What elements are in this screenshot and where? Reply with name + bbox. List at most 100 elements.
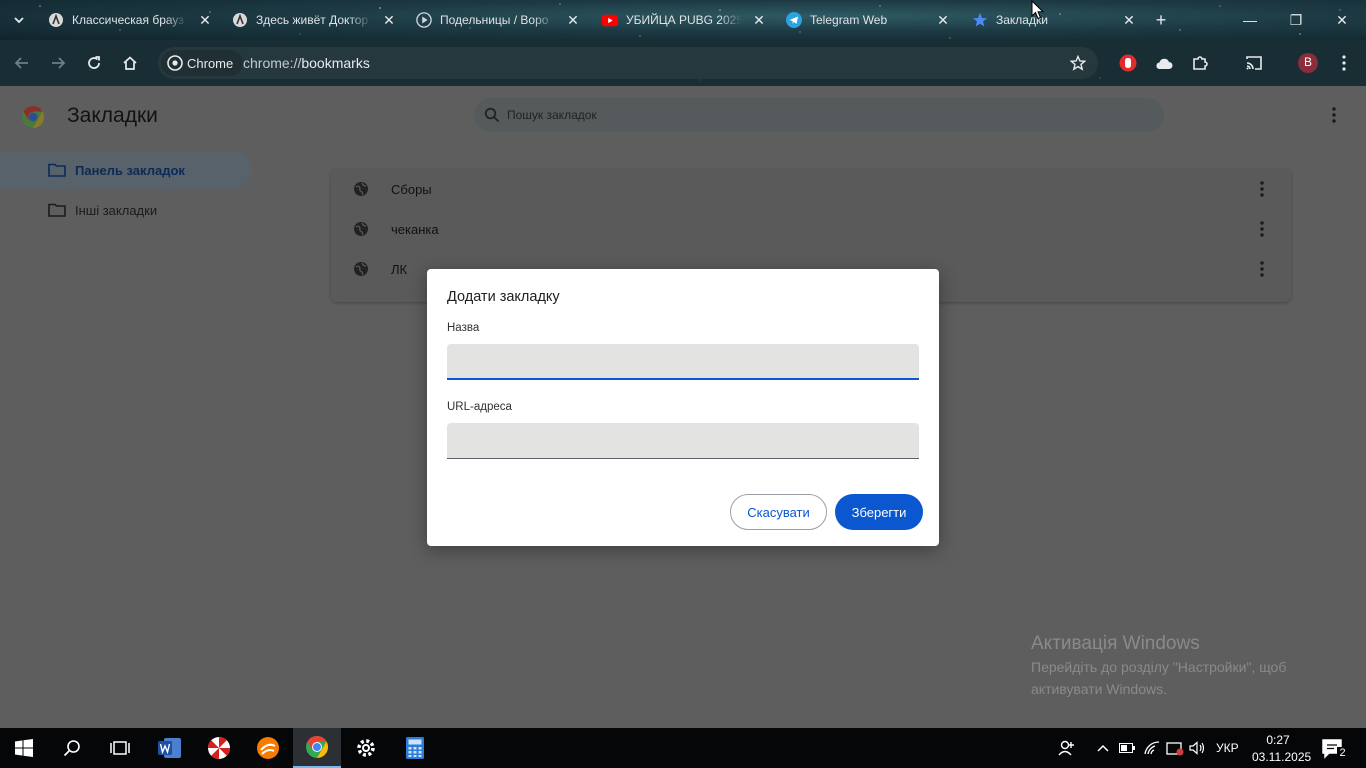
list-item[interactable]: Сборы (331, 169, 1291, 209)
taskbar-orange-app[interactable] (244, 728, 292, 768)
more-vertical-icon[interactable] (1255, 180, 1269, 198)
url-text[interactable]: chrome://bookmarks (243, 55, 370, 71)
reload-icon (88, 56, 100, 69)
folder-icon (48, 203, 66, 217)
sidebar-item-bookmarks-bar[interactable]: Панель закладок (0, 151, 252, 189)
app-icon (257, 737, 279, 759)
restore-button[interactable]: ❐ (1284, 8, 1308, 32)
wifi-icon (1144, 741, 1160, 755)
taskbar-chrome[interactable] (293, 728, 341, 768)
tab-title: Закладки (996, 13, 1048, 27)
search-placeholder: Пошук закладок (507, 108, 597, 122)
activation-heading: Активація Windows (1031, 633, 1200, 654)
reload-button[interactable] (82, 51, 106, 75)
site-info-chip[interactable]: Chrome (161, 50, 244, 76)
volume-indicator[interactable] (1188, 738, 1208, 758)
cancel-button[interactable]: Скасувати (730, 494, 827, 530)
notification-count: 2 (1337, 747, 1348, 760)
profile-initial: B (1303, 55, 1312, 69)
more-vertical-icon[interactable] (1326, 106, 1342, 124)
speaker-icon (1189, 741, 1205, 755)
bookmark-title: ЛК (391, 262, 408, 277)
security-indicator[interactable] (1165, 738, 1185, 758)
clock[interactable]: 0:27 03.11.2025 (1252, 732, 1311, 766)
close-window-button[interactable]: ✕ (1330, 8, 1354, 32)
arrow-right-icon (52, 57, 66, 69)
extensions-menu-button[interactable] (1188, 51, 1212, 75)
globe-icon (354, 182, 368, 196)
tab-3[interactable]: Подельницы / Воро ✕ (406, 6, 586, 34)
bookmark-title: чеканка (391, 222, 439, 237)
chevron-down-icon (14, 17, 24, 24)
close-icon[interactable]: ✕ (1122, 13, 1136, 27)
forward-button[interactable] (46, 51, 70, 75)
people-icon (1058, 740, 1074, 756)
add-bookmark-dialog: Додати закладку Назва URL-адреса Скасува… (427, 269, 939, 546)
action-center-button[interactable]: 2 (1322, 736, 1350, 762)
tab-search-button[interactable] (6, 8, 32, 32)
tab-6-active[interactable]: Закладки ✕ (962, 6, 1142, 34)
minimize-button[interactable]: — (1238, 8, 1262, 32)
tab-title: Классическая брауз (72, 13, 184, 27)
back-button[interactable] (10, 51, 34, 75)
taskbar-word[interactable] (146, 728, 194, 768)
site-icon (48, 12, 64, 28)
cast-button[interactable] (1242, 51, 1266, 75)
name-label: Назва (447, 322, 480, 334)
close-icon[interactable]: ✕ (936, 13, 950, 27)
sidebar-item-other-bookmarks[interactable]: Інші закладки (0, 191, 252, 229)
task-view-button[interactable] (96, 728, 144, 768)
home-button[interactable] (118, 51, 142, 75)
battery-indicator[interactable] (1117, 738, 1137, 758)
puzzle-icon (1193, 56, 1208, 70)
taskbar-umbrella-app[interactable] (195, 728, 243, 768)
wifi-indicator[interactable] (1142, 738, 1162, 758)
close-icon[interactable]: ✕ (382, 13, 396, 27)
cast-icon (1246, 56, 1262, 70)
close-icon[interactable]: ✕ (752, 13, 766, 27)
name-field[interactable] (447, 344, 919, 380)
sidebar-item-label: Інші закладки (75, 202, 158, 218)
sidebar-item-label: Панель закладок (75, 162, 185, 178)
close-icon[interactable]: ✕ (198, 13, 212, 27)
page-header: Закладки Пошук закладок (0, 86, 1366, 146)
start-button[interactable] (0, 728, 48, 768)
taskbar-search-button[interactable] (48, 728, 96, 768)
taskbar-settings[interactable] (342, 728, 390, 768)
more-vertical-icon[interactable] (1255, 220, 1269, 238)
tab-title: Подельницы / Воро (440, 13, 549, 27)
profile-button[interactable]: B (1296, 51, 1320, 75)
bookmark-star-button[interactable] (1066, 51, 1090, 75)
umbrella-logo-icon (207, 736, 231, 760)
adblock-extension-button[interactable] (1116, 51, 1140, 75)
globe-icon (354, 262, 368, 276)
clock-time: 0:27 (1266, 733, 1290, 747)
language-indicator[interactable]: УКР (1216, 741, 1239, 755)
people-button[interactable] (1057, 738, 1077, 758)
youtube-icon (602, 12, 618, 28)
more-vertical-icon (1342, 55, 1346, 71)
list-item[interactable]: чеканка (331, 209, 1291, 249)
extension-button[interactable] (1152, 51, 1176, 75)
hand-stop-icon (1119, 54, 1137, 72)
close-icon[interactable]: ✕ (566, 13, 580, 27)
gear-icon (357, 739, 375, 757)
star-outline-icon (1070, 55, 1086, 71)
tab-5[interactable]: Telegram Web ✕ (776, 6, 956, 34)
chrome-icon (167, 55, 183, 71)
search-icon (484, 107, 500, 123)
taskbar-calculator[interactable] (391, 728, 439, 768)
chrome-menu-button[interactable] (1332, 51, 1356, 75)
tab-4[interactable]: УБИЙЦА PUBG 2025 ✕ (592, 6, 772, 34)
activation-line-1: Перейдіть до розділу "Настройки", щоб (1031, 659, 1287, 675)
show-hidden-icons-button[interactable] (1093, 738, 1113, 758)
save-button[interactable]: Зберегти (835, 494, 923, 530)
play-icon (416, 12, 432, 28)
new-tab-button[interactable]: + (1150, 9, 1172, 31)
cloud-icon (1156, 58, 1173, 69)
arrow-left-icon (14, 57, 28, 69)
tab-2[interactable]: Здесь живёт Доктор ✕ (222, 6, 402, 34)
url-field[interactable] (447, 423, 919, 459)
tab-1[interactable]: Классическая брауз ✕ (38, 6, 218, 34)
more-vertical-icon[interactable] (1255, 260, 1269, 278)
